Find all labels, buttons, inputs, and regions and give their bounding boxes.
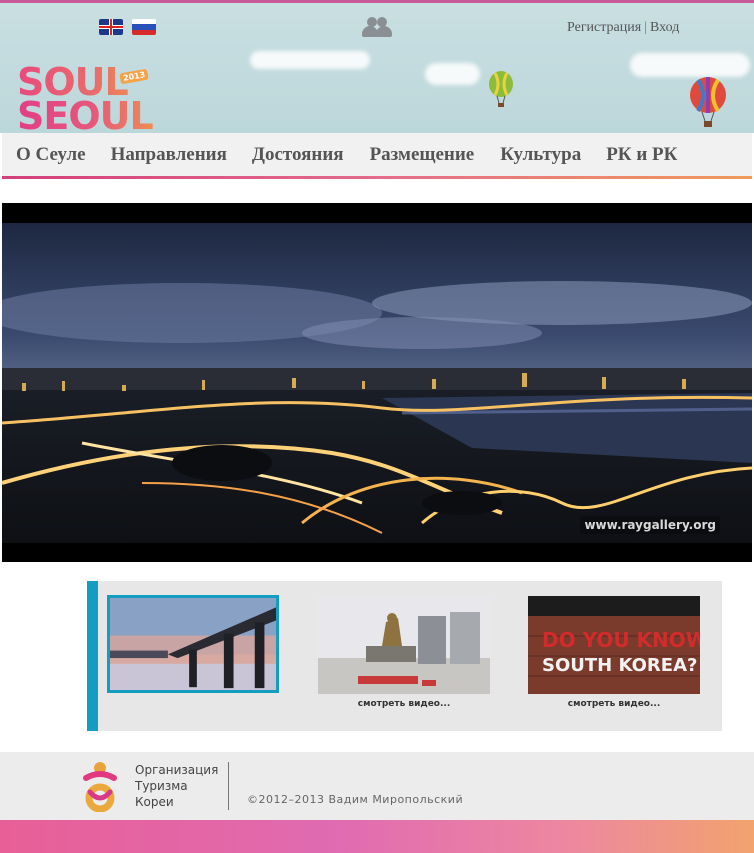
auth-separator: | <box>644 20 648 35</box>
nav-item-destinations[interactable]: Направления <box>111 144 227 166</box>
main-nav: О Сеуле Направления Достояния Размещение… <box>2 133 752 179</box>
thumbnail-korea[interactable]: DO YOU KNOW SOUTH KOREA? <box>528 596 700 694</box>
image-text-line-1: DO YOU KNOW <box>542 628 700 652</box>
nav-item-heritage[interactable]: Достояния <box>252 144 344 166</box>
balloon-colorful-icon <box>690 77 726 127</box>
kto-org-name: Организация Туризма Кореи <box>135 762 218 810</box>
kto-name-line-3: Кореи <box>135 795 174 809</box>
kto-name-line-1: Организация <box>135 763 219 777</box>
video-watermark: www.raygallery.org <box>580 516 720 534</box>
footer-divider <box>228 762 229 810</box>
king-sejong-statue-image <box>318 596 490 694</box>
do-you-know-korea-image: DO YOU KNOW SOUTH KOREA? <box>528 596 700 694</box>
soul-seoul-logo[interactable]: SOUL SEOUL 2013 <box>17 63 167 133</box>
uk-flag-icon[interactable] <box>99 19 123 35</box>
bridge-sunset-image <box>110 598 276 690</box>
site-header: Регистрация | Вход SOUL SEOUL 2013 <box>0 0 754 133</box>
nav-item-about-seoul[interactable]: О Сеуле <box>16 144 86 166</box>
thumbnail-bridge[interactable] <box>107 595 279 693</box>
video-player[interactable]: www.raygallery.org <box>2 203 752 562</box>
nav-item-rk-rk[interactable]: РК и РК <box>606 144 677 166</box>
logo-line-2: SEOUL <box>17 97 167 133</box>
kto-name-line-2: Туризма <box>135 779 188 793</box>
auth-links: Регистрация | Вход <box>567 20 679 36</box>
kto-logo-icon[interactable] <box>76 760 124 812</box>
thumbnail-caption[interactable]: смотреть видео... <box>318 699 490 709</box>
russian-flag-icon[interactable] <box>132 19 156 35</box>
balloon-green-icon <box>489 71 513 107</box>
seoul-night-video-frame <box>2 223 752 543</box>
users-icon[interactable] <box>362 17 392 37</box>
login-link[interactable]: Вход <box>650 20 679 35</box>
nav-item-accommodation[interactable]: Размещение <box>370 144 475 166</box>
copyright-text: ©2012–2013 Вадим Миропольский <box>247 793 464 806</box>
image-text-line-2: SOUTH KOREA? <box>542 655 697 676</box>
site-footer: Организация Туризма Кореи ©2012–2013 Вад… <box>0 752 754 820</box>
footer-gradient-bar <box>0 820 754 853</box>
register-link[interactable]: Регистрация <box>567 20 641 35</box>
nav-item-culture[interactable]: Культура <box>500 144 581 166</box>
video-thumbnails: смотреть видео... DO YOU KNOW SOUTH KORE… <box>87 581 722 731</box>
thumbnail-caption[interactable]: смотреть видео... <box>528 699 700 709</box>
thumbnail-statue[interactable] <box>318 596 490 694</box>
